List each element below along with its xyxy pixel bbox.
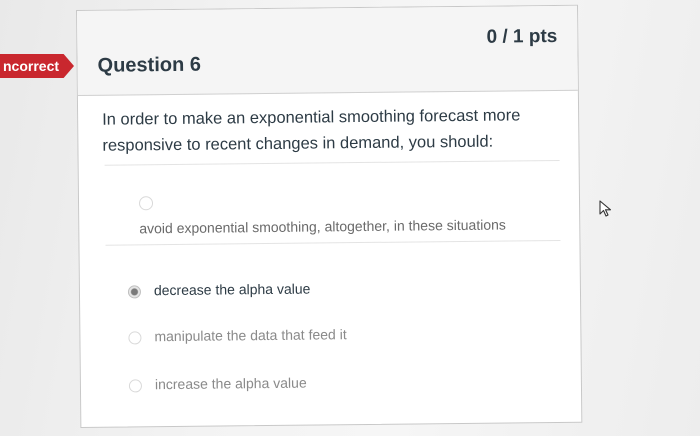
- question-card: Question 6 0 / 1 pts In order to make an…: [76, 4, 583, 428]
- radio-button-icon[interactable]: [128, 331, 142, 345]
- answer-label: increase the alpha value: [154, 374, 307, 393]
- answer-option-2[interactable]: decrease the alpha value: [127, 278, 560, 299]
- points-label: 0 / 1 pts: [486, 25, 558, 48]
- answer-option-1[interactable]: avoid exponential smoothing, altogether,…: [138, 196, 569, 236]
- answer-label: avoid exponential smoothing, altogether,…: [139, 216, 506, 237]
- answer-label: manipulate the data that feed it: [154, 326, 347, 345]
- question-text: In order to make an exponential smoothin…: [102, 106, 521, 155]
- question-header: Question 6 0 / 1 pts: [77, 5, 578, 96]
- divider: [104, 159, 560, 166]
- answer-list: avoid exponential smoothing, altogether,…: [79, 178, 579, 393]
- radio-button-icon[interactable]: [138, 196, 154, 211]
- answer-label: decrease the alpha value: [153, 280, 311, 299]
- answer-option-4[interactable]: increase the alpha value: [128, 372, 561, 393]
- divider: [105, 239, 561, 246]
- question-title: Question 6: [97, 53, 202, 77]
- radio-button-selected-icon[interactable]: [127, 285, 142, 299]
- radio-button-icon[interactable]: [128, 379, 143, 393]
- answer-option-3[interactable]: manipulate the data that feed it: [128, 324, 560, 345]
- incorrect-badge: ncorrect: [0, 54, 74, 78]
- mouse-pointer-icon: [599, 200, 612, 217]
